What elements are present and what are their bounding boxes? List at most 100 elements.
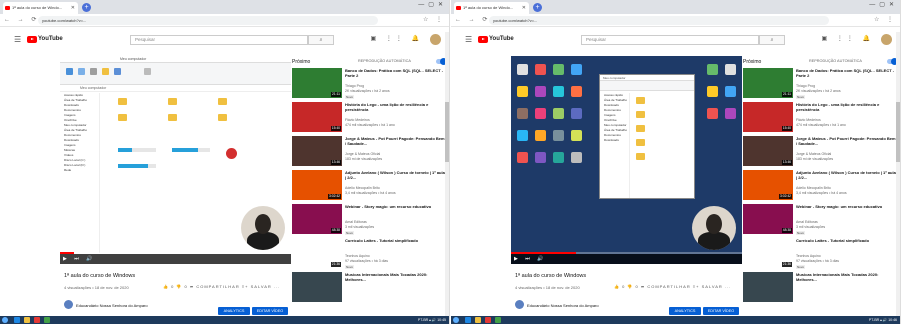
recommendation-views: 474 mil visualizações • há 1 ano [796, 123, 846, 127]
media-icon[interactable] [485, 317, 491, 323]
recommendation-title[interactable]: Webinar - Story magic: um recurso educat… [345, 204, 445, 209]
recommendation-title[interactable]: Musicas Internacionais Mais Tocadas 2020… [796, 272, 896, 282]
header-action-icons[interactable]: ▣ ⋮⋮ 🔔 [822, 35, 874, 42]
player-controls[interactable]: ▶ ⏭ 🔊 [60, 254, 291, 264]
duration-badge: 21:11 [330, 92, 341, 97]
window-controls[interactable]: —▢✕ [869, 1, 898, 8]
media-icon[interactable] [34, 317, 40, 323]
video-actions[interactable]: 👍 0 👎 0 ➦ COMPARTILHAR ≡+ SALVAR ... [614, 284, 731, 289]
explorer-path: Meu computador [60, 85, 291, 92]
youtube-logo-icon[interactable] [478, 36, 488, 43]
recommendation-title[interactable]: Banco de Dados: Prática com SQL (SQL - S… [796, 68, 896, 78]
analytics-button[interactable]: ANALYTICS [218, 307, 250, 315]
video-thumbnail[interactable]: 48:38 [292, 204, 342, 234]
tab-title: 1ª aula do curso de Windo... [463, 5, 514, 10]
video-thumbnail[interactable]: 15:40 [743, 102, 793, 132]
search-button[interactable]: ⌕ [759, 35, 785, 45]
ie-icon[interactable] [14, 317, 20, 323]
account-avatar[interactable] [881, 34, 892, 45]
video-thumbnail[interactable]: 48:38 [743, 204, 793, 234]
video-thumbnail[interactable]: 3:02:42 [292, 170, 342, 200]
search-input[interactable]: Pesquisar [581, 35, 759, 45]
youtube-wordmark[interactable]: YouTube [38, 36, 63, 42]
youtube-wordmark[interactable]: YouTube [489, 36, 514, 42]
edit-video-button[interactable]: EDITAR VÍDEO [252, 307, 288, 315]
player-controls[interactable]: ▶ ⏭ 🔊 [511, 254, 742, 264]
duration-badge: 21:11 [781, 92, 792, 97]
hamburger-menu-icon[interactable]: ☰ [14, 35, 21, 44]
url-field[interactable]: youtube.com/watch?v=... [489, 16, 829, 25]
new-tab-button[interactable]: + [533, 3, 542, 12]
recommendation-title[interactable]: Webinar - Story magic: um recurso educat… [796, 204, 896, 209]
chrome-icon[interactable] [44, 317, 50, 323]
video-thumbnail[interactable] [743, 272, 793, 302]
recommendation-item[interactable]: Musicas Internacionais Mais Tocadas 2020… [743, 272, 899, 312]
video-actions[interactable]: 👍 0 👎 0 ➦ COMPARTILHAR ≡+ SALVAR ... [163, 284, 280, 289]
recommendation-item[interactable]: Musicas Internacionais Mais Tocadas 2020… [292, 272, 448, 312]
recommendation-title[interactable]: Currículo Lattes - Tutorial simplificado [345, 238, 445, 243]
channel-name[interactable]: Educandário Nossa Senhora do Amparo [76, 303, 148, 308]
desktop-icon [535, 130, 546, 141]
close-tab-icon[interactable]: ✕ [71, 2, 75, 14]
edit-video-button[interactable]: EDITAR VÍDEO [703, 307, 739, 315]
browser-tab[interactable]: 1ª aula do curso de Windo... ✕ [454, 2, 529, 14]
video-thumbnail[interactable]: 21:11 [743, 68, 793, 98]
close-tab-icon[interactable]: ✕ [522, 2, 526, 14]
video-thumbnail[interactable]: 13:46 [743, 136, 793, 166]
recommendation-title[interactable]: História do Lego - uma lição de resiliên… [345, 102, 445, 112]
desktop-icon [725, 86, 736, 97]
recommendation-title[interactable]: História do Lego - uma lição de resiliên… [796, 102, 896, 112]
new-tab-button[interactable]: + [82, 3, 91, 12]
recommendation-views: 474 mil visualizações • há 1 ano [345, 123, 395, 127]
youtube-logo-icon[interactable] [27, 36, 37, 43]
page-scrollbar[interactable] [445, 32, 449, 324]
video-player[interactable]: Meu computador Meu computador Acesso ráp… [60, 56, 291, 264]
autoplay-label: REPRODUÇÃO AUTOMÁTICA [358, 59, 411, 63]
recommendation-title[interactable]: Adjunto Avelano ( Wilson ) Curso de torn… [345, 170, 445, 180]
channel-avatar[interactable] [64, 300, 73, 309]
extension-icons[interactable]: ☆ ⋮ [874, 16, 896, 23]
recommendation-views: 3,4 mil visualizações • há 4 anos [345, 191, 396, 195]
video-thumbnail[interactable]: 21:11 [292, 68, 342, 98]
start-button[interactable] [2, 317, 8, 323]
desktop-icon [553, 130, 564, 141]
recommendation-title[interactable]: Currículo Lattes - Tutorial simplificado [796, 238, 896, 243]
search-input[interactable]: Pesquisar [130, 35, 308, 45]
folder-icon [636, 97, 645, 104]
analytics-button[interactable]: ANALYTICS [669, 307, 701, 315]
recommendation-title[interactable]: Musicas Internacionais Mais Tocadas 2020… [345, 272, 445, 282]
video-thumbnail[interactable]: 21:36 [292, 238, 342, 268]
video-thumbnail[interactable]: 21:36 [743, 238, 793, 268]
video-thumbnail[interactable]: 3:02:42 [743, 170, 793, 200]
ie-icon[interactable] [465, 317, 471, 323]
page-scrollbar[interactable] [896, 32, 900, 324]
explorer-icon[interactable] [475, 317, 481, 323]
browser-tab[interactable]: 1ª aula do curso de Windo... ✕ [3, 2, 78, 14]
video-thumbnail[interactable] [292, 272, 342, 302]
url-field[interactable]: youtube.com/watch?v=... [38, 16, 378, 25]
window-controls[interactable]: —▢✕ [418, 1, 447, 8]
channel-name[interactable]: Educandário Nossa Senhora do Amparo [527, 303, 599, 308]
chrome-icon[interactable] [495, 317, 501, 323]
nav-buttons[interactable]: ← → ⟳ [4, 16, 39, 23]
video-thumbnail[interactable]: 13:46 [292, 136, 342, 166]
start-button[interactable] [453, 317, 459, 323]
recommendation-title[interactable]: Jorge & Mateus - Pot Pourri Pagode: Pens… [796, 136, 896, 146]
explorer-icon[interactable] [24, 317, 30, 323]
hamburger-menu-icon[interactable]: ☰ [465, 35, 472, 44]
recommendation-title[interactable]: Adjunto Avelano ( Wilson ) Curso de torn… [796, 170, 896, 180]
extension-icons[interactable]: ☆ ⋮ [423, 16, 445, 23]
recommendation-views: 183 mi de visualizações [345, 157, 383, 161]
channel-avatar[interactable] [515, 300, 524, 309]
nav-buttons[interactable]: ← → ⟳ [455, 16, 490, 23]
video-player[interactable]: Meu computador Acesso rápido Área de Tra… [511, 56, 742, 264]
video-thumbnail[interactable]: 15:40 [292, 102, 342, 132]
recommendation-title[interactable]: Jorge & Mateus - Pot Pourri Pagode: Pens… [345, 136, 445, 146]
recommendation-title[interactable]: Banco de Dados: Prática com SQL (SQL - S… [345, 68, 445, 78]
properties-icon [66, 68, 73, 75]
search-button[interactable]: ⌕ [308, 35, 334, 45]
autoplay-label: REPRODUÇÃO AUTOMÁTICA [809, 59, 862, 63]
account-avatar[interactable] [430, 34, 441, 45]
header-action-icons[interactable]: ▣ ⋮⋮ 🔔 [371, 35, 423, 42]
desktop-icon [553, 64, 564, 75]
